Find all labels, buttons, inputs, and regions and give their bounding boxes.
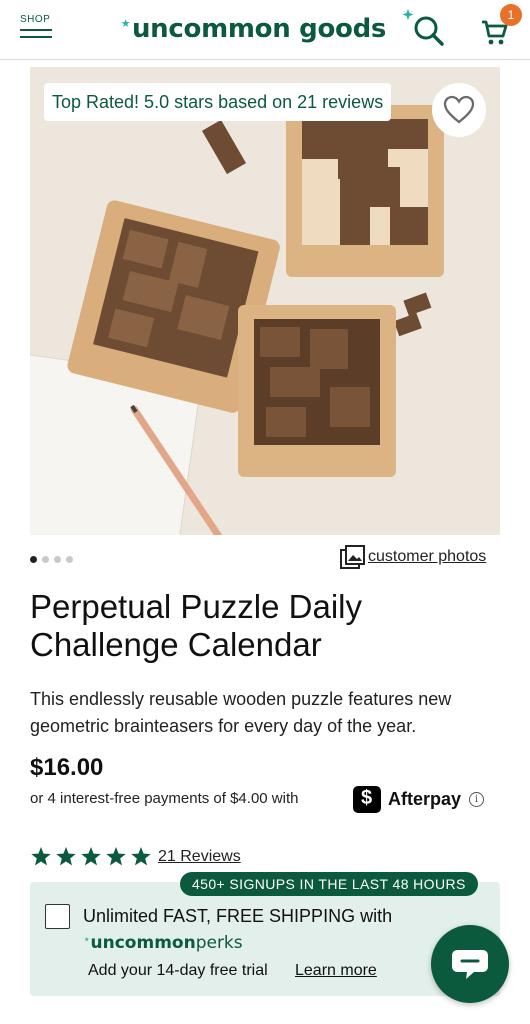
star-icon [131, 847, 151, 866]
uncommon-perks-logo: ⋆uncommonperks [83, 932, 243, 953]
sparkle-icon: ⋆ [120, 13, 131, 34]
image-carousel-dots[interactable] [30, 550, 78, 568]
star-icon [81, 847, 101, 866]
search-button[interactable] [402, 6, 448, 50]
trial-text: Add your 14-day free trial [88, 962, 268, 979]
shop-menu-button[interactable]: SHOP [20, 14, 54, 43]
afterpay-label: Afterpay [388, 789, 462, 809]
heart-icon [443, 95, 475, 124]
carousel-dot-1[interactable] [30, 556, 37, 563]
afterpay-logo-icon: $ [353, 786, 381, 813]
site-logo[interactable]: ⋆uncommon goods [120, 13, 386, 44]
chat-button[interactable] [431, 925, 509, 1003]
product-price: $16.00 [30, 754, 104, 781]
cart-button[interactable]: 1 [478, 4, 522, 52]
product-title: Perpetual Puzzle Daily Challenge Calenda… [30, 588, 362, 663]
signups-badge: 450+ SIGNUPS IN THE LAST 48 HOURS [180, 872, 478, 896]
carousel-dot-2[interactable] [42, 556, 49, 563]
site-header: SHOP ⋆uncommon goods 1 [0, 0, 530, 60]
menu-icon [20, 29, 54, 38]
customer-photos-label: customer photos [368, 548, 487, 565]
photo-gallery-icon [340, 545, 365, 569]
star-icon [56, 847, 76, 866]
perks-offer-text: Unlimited FAST, FREE SHIPPING with [83, 906, 393, 926]
star-icon [31, 847, 51, 866]
product-description: This endlessly reusable wooden puzzle fe… [30, 689, 452, 736]
cart-count-badge: 1 [500, 4, 522, 26]
carousel-dot-3[interactable] [54, 556, 61, 563]
top-rated-badge: Top Rated! 5.0 stars based on 21 reviews [44, 83, 392, 121]
shop-label: SHOP [20, 14, 51, 25]
favorite-button[interactable] [432, 83, 486, 137]
perks-checkbox[interactable] [45, 904, 70, 929]
perks-promo-box: 450+ SIGNUPS IN THE LAST 48 HOURS Unlimi… [30, 872, 500, 996]
star-icon [106, 847, 126, 866]
info-icon[interactable]: i [469, 792, 484, 807]
installments-row: or 4 interest-free payments of $4.00 wit… [30, 786, 510, 814]
installments-text: or 4 interest-free payments of $4.00 wit… [30, 790, 299, 807]
product-image[interactable]: Top Rated! 5.0 stars based on 21 reviews [30, 67, 500, 535]
learn-more-link[interactable]: Learn more [295, 962, 377, 980]
chat-bubble-icon [452, 950, 488, 979]
reviews-link[interactable]: 21 Reviews [158, 848, 241, 866]
product-photo [30, 67, 500, 535]
search-icon [402, 9, 444, 46]
carousel-dot-4[interactable] [66, 556, 73, 563]
